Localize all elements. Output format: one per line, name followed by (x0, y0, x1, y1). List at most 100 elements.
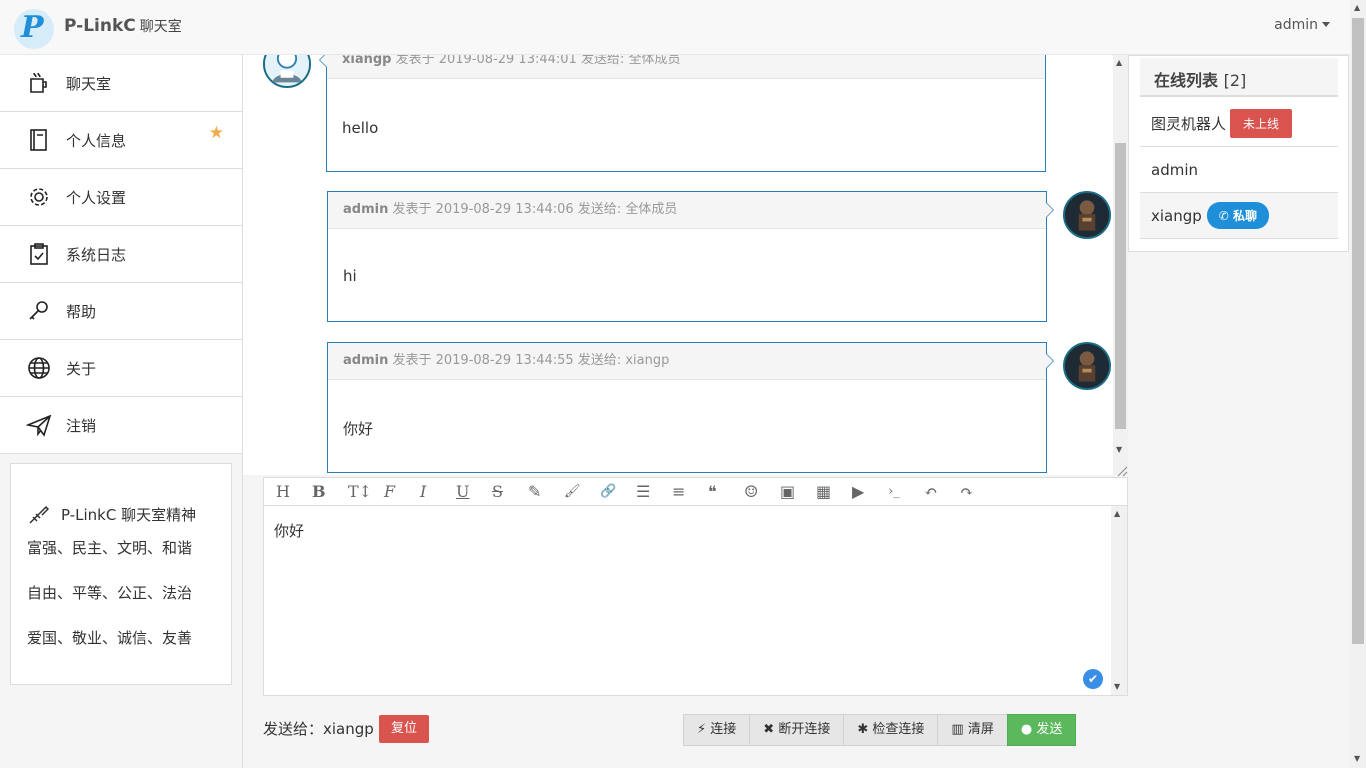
message-meta: 发表于 2019-08-29 13:44:55 发送给: xiangp (388, 353, 670, 368)
sidebar-item-help[interactable]: 帮助 (0, 283, 242, 340)
bug-icon: ✱ (857, 722, 869, 737)
scroll-up-icon[interactable]: ▲ (1116, 58, 1122, 67)
check-connection-button[interactable]: ✱ 检查连接 (843, 714, 939, 746)
notebook-icon (30, 129, 47, 151)
link-icon[interactable]: 🔗 (600, 484, 636, 499)
connect-button[interactable]: ⚡ 连接 (683, 714, 751, 746)
quote-icon[interactable]: ❝ (708, 482, 744, 501)
scrollbar-thumb[interactable] (1352, 18, 1364, 644)
message-editor[interactable]: H B T↕ F I U S ✎ 🖌 🔗 ☰ ≡ ❝ ☺ ▣ ▦ ▶ ›_ ↶ … (263, 477, 1128, 696)
user-menu[interactable]: admin (1274, 17, 1330, 33)
sidebar-item-settings[interactable]: 个人设置 (0, 169, 242, 226)
motto-line: 自由、平等、公正、法治 (27, 584, 193, 602)
online-list-title: 在线列表 [2] (1140, 58, 1338, 97)
key-icon (29, 301, 48, 320)
clear-screen-button[interactable]: ▥ 清屏 (937, 714, 1008, 746)
sidebar-item-system-log[interactable]: 系统日志 (0, 226, 242, 283)
sidebar-item-about[interactable]: 关于 (0, 340, 242, 397)
button-label: 连接 (710, 722, 737, 737)
scroll-down-icon[interactable]: ▼ (1116, 445, 1122, 454)
font-icon[interactable]: F (384, 482, 420, 501)
offline-badge: 未上线 (1230, 109, 1293, 138)
highlighter-icon[interactable]: ✎ (528, 482, 564, 501)
disconnect-button[interactable]: ✖ 断开连接 (749, 714, 845, 746)
online-user-item[interactable]: xiangp ✆ 私聊 (1140, 193, 1338, 239)
action-button-group: ⚡ 连接 ✖ 断开连接 ✱ 检查连接 ▥ 清屏 ● 发送 (683, 714, 1077, 746)
chat-message-area[interactable]: xiangp 发表于 2019-08-29 13:44:01 发送给: 全体成员… (243, 55, 1128, 475)
checkmark-icon: ✔ (1083, 669, 1103, 689)
motto-panel: P-LinkC 聊天室精神 富强、民主、文明、和谐 自由、平等、公正、法治 爱国… (10, 463, 232, 685)
scroll-down-icon[interactable]: ▼ (1354, 754, 1360, 763)
code-icon[interactable]: ›_ (888, 484, 924, 499)
message-text: hello (342, 119, 379, 137)
chat-scrollbar[interactable]: ▲ ▼ (1113, 55, 1128, 475)
send-button[interactable]: ● 发送 (1006, 714, 1077, 746)
scrollbar-thumb[interactable] (1115, 143, 1126, 429)
image-icon[interactable]: ▣ (780, 482, 816, 501)
sidebar: 聊天室 个人信息 ★ 个人设置 系统日志 帮助 关于 注销 P-LinkC 聊天… (0, 55, 243, 768)
sidebar-item-label: 个人信息 (66, 131, 127, 150)
sidebar-item-label: 关于 (66, 359, 97, 378)
online-user-name: admin (1151, 160, 1198, 179)
sidebar-item-label: 系统日志 (66, 245, 127, 264)
button-label: 发送 (1036, 722, 1063, 737)
italic-icon[interactable]: I (420, 482, 456, 501)
scroll-up-icon[interactable]: ▲ (1114, 509, 1120, 518)
coffee-cup-icon (30, 72, 47, 93)
admin-avatar-icon (1065, 344, 1109, 388)
logo-icon: P (14, 9, 54, 49)
brand-title[interactable]: P-LinkC 聊天室 (64, 16, 182, 36)
globe-icon (28, 357, 50, 379)
online-user-name: xiangp (1151, 206, 1202, 225)
motto-title-text: P-LinkC 聊天室精神 (61, 506, 197, 524)
scroll-up-icon[interactable]: ▲ (1354, 3, 1360, 12)
message-header: admin 发表于 2019-08-29 13:44:06 发送给: 全体成员 (328, 192, 1046, 229)
editor-toolbar: H B T↕ F I U S ✎ 🖌 🔗 ☰ ≡ ❝ ☺ ▣ ▦ ▶ ›_ ↶ … (264, 478, 1127, 506)
video-icon[interactable]: ▶ (852, 482, 888, 501)
editor-input[interactable]: 你好 (264, 506, 1127, 555)
brush-icon[interactable]: 🖌 (564, 484, 600, 499)
message-sender: admin (343, 202, 389, 217)
sidebar-item-logout[interactable]: 注销 (0, 397, 242, 454)
reset-button[interactable]: 复位 (379, 715, 429, 743)
online-user-name: 图灵机器人 (1151, 115, 1227, 133)
underline-icon[interactable]: U (456, 482, 492, 501)
star-icon: ★ (208, 123, 224, 143)
user-menu-label: admin (1274, 17, 1318, 33)
heading-icon[interactable]: H (276, 482, 312, 501)
redo-icon[interactable]: ↷ (960, 482, 996, 501)
online-user-item[interactable]: 图灵机器人 未上线 (1140, 101, 1338, 147)
editor-scrollbar[interactable]: ▲ ▼ (1111, 506, 1127, 695)
message-meta: 发表于 2019-08-29 13:44:06 发送给: 全体成员 (388, 202, 678, 217)
sidebar-item-label: 聊天室 (66, 74, 112, 93)
bold-icon[interactable]: B (312, 482, 348, 501)
online-user-item[interactable]: admin (1140, 147, 1338, 193)
sidebar-item-label: 帮助 (66, 302, 97, 321)
message-text: 你好 (343, 420, 374, 438)
avatar (1063, 191, 1111, 239)
emoji-icon[interactable]: ☺ (744, 482, 780, 501)
message-sender: admin (343, 353, 389, 368)
message-header: xiangp 发表于 2019-08-29 13:44:01 发送给: 全体成员 (327, 55, 1045, 79)
table-icon[interactable]: ▦ (816, 482, 852, 501)
scroll-down-icon[interactable]: ▼ (1114, 682, 1120, 691)
private-chat-button[interactable]: ✆ 私聊 (1206, 202, 1270, 229)
list-icon[interactable]: ☰ (636, 482, 672, 501)
align-icon[interactable]: ≡ (672, 482, 708, 501)
online-list-panel: 在线列表 [2] 图灵机器人 未上线 admin xiangp ✆ 私聊 (1128, 55, 1349, 252)
sidebar-item-profile[interactable]: 个人信息 ★ (0, 112, 242, 169)
undo-icon[interactable]: ↶ (924, 482, 960, 501)
brand-subtitle: 聊天室 (139, 19, 182, 35)
sidebar-item-chatroom[interactable]: 聊天室 (0, 55, 242, 112)
strikethrough-icon[interactable]: S (492, 482, 528, 501)
resize-handle-icon[interactable] (1113, 462, 1128, 477)
page-scrollbar[interactable]: ▲ ▼ (1350, 0, 1366, 768)
send-to-indicator: 发送给：xiangp (263, 718, 374, 739)
send-to-value: xiangp (323, 720, 374, 738)
avatar (1063, 342, 1111, 390)
text-size-icon[interactable]: T↕ (348, 482, 384, 501)
motto-title: P-LinkC 聊天室精神 (27, 492, 231, 537)
clipboard-check-icon (30, 243, 48, 265)
trash-icon: ▥ (951, 722, 964, 737)
paper-plane-icon (26, 414, 52, 437)
